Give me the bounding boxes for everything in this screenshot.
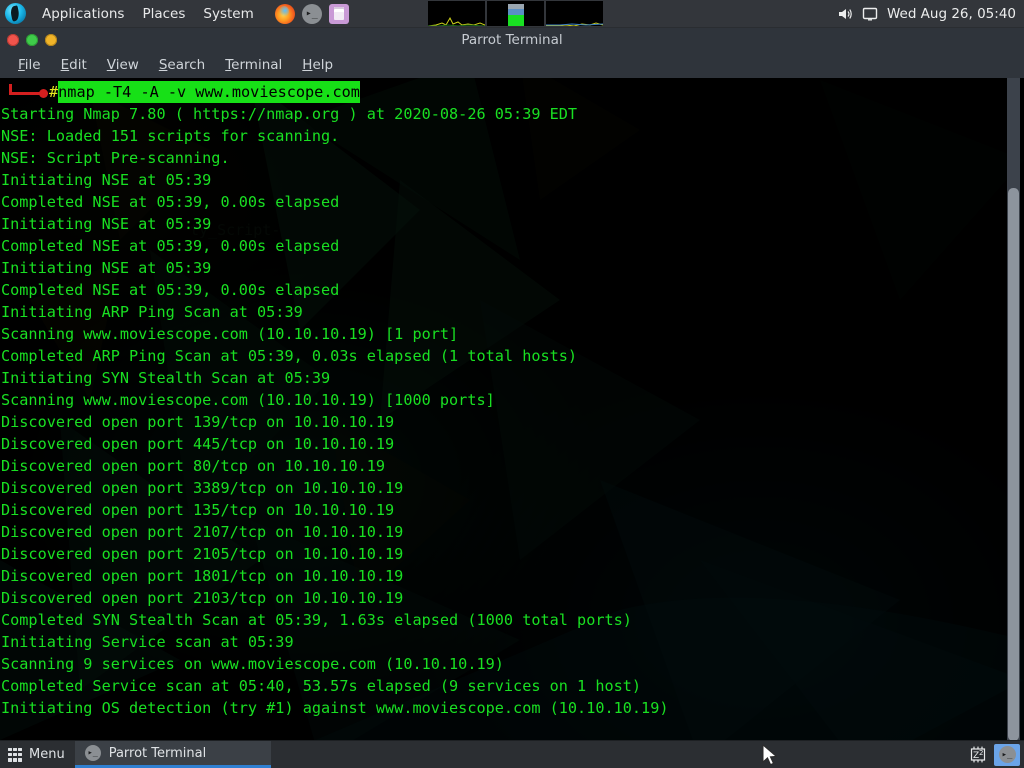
- firefox-icon[interactable]: [274, 3, 295, 24]
- panel-menu-system[interactable]: System: [194, 4, 262, 24]
- mouse-cursor: [762, 744, 778, 766]
- memory-graph: [487, 1, 544, 26]
- display-icon-svg: [862, 7, 878, 20]
- terminal-line: Discovered open port 3389/tcp on 10.10.1…: [1, 479, 404, 497]
- window-controls: [7, 33, 57, 46]
- terminal-line: NSE: Script Pre-scanning.: [1, 149, 230, 167]
- taskbar-tray: Z 2 ▸_: [968, 741, 1020, 768]
- maximize-button[interactable]: [45, 33, 57, 46]
- terminal-line: Discovered open port 135/tcp on 10.10.10…: [1, 501, 395, 519]
- terminal-line: Discovered open port 2107/tcp on 10.10.1…: [1, 523, 404, 541]
- menu-view-rest: iew: [115, 57, 139, 73]
- terminal-line: Discovered open port 2103/tcp on 10.10.1…: [1, 589, 404, 607]
- menu-terminal-rest: erminal: [231, 57, 283, 73]
- terminal-line: Initiating Service scan at 05:39: [1, 633, 294, 651]
- speaker-icon[interactable]: [837, 6, 853, 22]
- window-menubar: File Edit View Search Terminal Help: [0, 52, 1024, 78]
- terminal-output-area[interactable]: # nmap -T4 -A -v www.moviescope.com Start…: [0, 78, 1024, 744]
- terminal-command: nmap -T4 -A -v www.moviescope.com: [58, 81, 360, 103]
- terminal-line: Completed ARP Ping Scan at 05:39, 0.03s …: [1, 347, 578, 365]
- network-graph-svg: [546, 22, 603, 26]
- taskbar-item-parrot-terminal[interactable]: ▸_ Parrot Terminal: [74, 741, 271, 768]
- menu-file[interactable]: File: [8, 55, 51, 75]
- sleep-icon-svg: Z 2: [970, 746, 986, 763]
- terminal-line: Initiating NSE at 05:39: [1, 215, 212, 233]
- menu-terminal[interactable]: Terminal: [215, 55, 292, 75]
- grid-icon: [8, 747, 22, 762]
- terminal-lines: Starting Nmap 7.80 ( https://nmap.org ) …: [0, 103, 1024, 719]
- terminal-line: Completed NSE at 05:39, 0.00s elapsed: [1, 193, 340, 211]
- terminal-scrollbar[interactable]: [1007, 78, 1020, 741]
- terminal-line: Discovered open port 1801/tcp on 10.10.1…: [1, 567, 404, 585]
- terminal-line: Completed NSE at 05:39, 0.00s elapsed: [1, 281, 340, 299]
- panel-menu-places[interactable]: Places: [133, 4, 194, 24]
- prompt-elbow-icon: [1, 84, 49, 100]
- memory-graph-svg: [508, 4, 524, 26]
- panel-clock[interactable]: Wed Aug 26, 05:40: [887, 6, 1016, 22]
- terminal-line: Scanning 9 services on www.moviescope.co…: [1, 655, 504, 673]
- menu-file-rest: ile: [24, 57, 41, 73]
- menu-edit-rest: dit: [69, 57, 87, 73]
- menu-edit-mnemonic: E: [60, 57, 70, 73]
- files-icon[interactable]: [328, 3, 349, 24]
- top-panel: Applications Places System ▸_ Wed Aug 26…: [0, 0, 1024, 28]
- menu-view-mnemonic: V: [106, 57, 116, 73]
- prompt-symbol: #: [49, 83, 59, 101]
- window-titlebar[interactable]: Parrot Terminal: [0, 27, 1024, 52]
- menu-file-mnemonic: F: [18, 57, 25, 73]
- terminal-scrollbar-thumb[interactable]: [1008, 188, 1019, 741]
- panel-menu-applications[interactable]: Applications: [33, 4, 133, 24]
- terminal-line: Starting Nmap 7.80 ( https://nmap.org ) …: [1, 105, 578, 123]
- terminal-line: Discovered open port 139/tcp on 10.10.10…: [1, 413, 395, 431]
- terminal-line: Initiating NSE at 05:39: [1, 259, 212, 277]
- panel-launchers: ▸_: [274, 3, 349, 24]
- terminal-icon: ▸_: [84, 745, 101, 761]
- menu-edit[interactable]: Edit: [51, 55, 97, 75]
- desktop-screen: ty_Script- Applications Places System ▸_: [0, 0, 1024, 768]
- menu-help[interactable]: Help: [292, 55, 343, 75]
- menu-button[interactable]: Menu: [0, 741, 75, 768]
- close-button[interactable]: [7, 33, 19, 46]
- terminal-tray-icon: ▸_: [998, 746, 1016, 763]
- panel-tray: Wed Aug 26, 05:40: [837, 0, 1016, 27]
- speaker-icon-svg: [838, 8, 852, 19]
- cpu-graph-svg: [428, 16, 485, 26]
- parrot-logo-icon[interactable]: [5, 3, 26, 24]
- bottom-taskbar: Menu ▸_ Parrot Terminal Z 2 ▸_: [0, 740, 1024, 768]
- terminal-line: Completed Service scan at 05:40, 53.57s …: [1, 677, 642, 695]
- terminal-line: Initiating OS detection (try #1) against…: [1, 699, 669, 717]
- terminal-tray-button[interactable]: ▸_: [994, 743, 1020, 766]
- menu-view[interactable]: View: [97, 55, 149, 75]
- prompt-dot-icon: [39, 89, 48, 98]
- cpu-graph: [428, 1, 485, 26]
- network-graph: [546, 1, 603, 26]
- terminal-line: Completed SYN Stealth Scan at 05:39, 1.6…: [1, 611, 632, 629]
- menu-button-label: Menu: [29, 747, 65, 762]
- menu-search-rest: earch: [167, 57, 206, 73]
- window-title: Parrot Terminal: [461, 31, 563, 48]
- taskbar-item-label: Parrot Terminal: [108, 745, 207, 761]
- menu-search[interactable]: Search: [149, 55, 215, 75]
- minimize-button[interactable]: [26, 33, 38, 46]
- sleep-icon[interactable]: Z 2: [968, 745, 990, 765]
- menu-help-rest: elp: [312, 57, 334, 73]
- terminal-line: Discovered open port 445/tcp on 10.10.10…: [1, 435, 395, 453]
- svg-text:2: 2: [979, 749, 983, 757]
- terminal-line: Discovered open port 2105/tcp on 10.10.1…: [1, 545, 404, 563]
- menu-help-mnemonic: H: [302, 57, 313, 73]
- terminal-line: Initiating SYN Stealth Scan at 05:39: [1, 369, 331, 387]
- terminal-window: Parrot Terminal File Edit View Search Te…: [0, 27, 1024, 744]
- terminal-prompt-line: # nmap -T4 -A -v www.moviescope.com: [0, 81, 1024, 103]
- system-monitors: [428, 1, 603, 26]
- terminal-icon[interactable]: ▸_: [301, 3, 322, 24]
- display-icon[interactable]: [862, 6, 878, 22]
- terminal-line: Initiating ARP Ping Scan at 05:39: [1, 303, 303, 321]
- terminal-line: Discovered open port 80/tcp on 10.10.10.…: [1, 457, 386, 475]
- terminal-line: Completed NSE at 05:39, 0.00s elapsed: [1, 237, 340, 255]
- terminal-line: NSE: Loaded 151 scripts for scanning.: [1, 127, 340, 145]
- terminal-line: Initiating NSE at 05:39: [1, 171, 212, 189]
- terminal-line: Scanning www.moviescope.com (10.10.10.19…: [1, 391, 495, 409]
- terminal-line: Scanning www.moviescope.com (10.10.10.19…: [1, 325, 459, 343]
